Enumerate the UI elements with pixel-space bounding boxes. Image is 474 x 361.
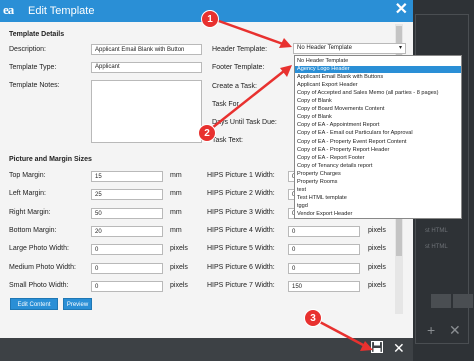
arrow-3 [317,319,366,348]
step-badge-3: 3 [304,309,322,327]
arrow-1 [215,18,284,46]
step-badge-2: 2 [198,124,216,142]
annotation-arrows [211,18,373,351]
arrow-2 [211,70,285,129]
arrowhead-3 [360,341,373,351]
arrowhead-2 [280,65,292,77]
step-badge-1: 1 [201,10,219,28]
